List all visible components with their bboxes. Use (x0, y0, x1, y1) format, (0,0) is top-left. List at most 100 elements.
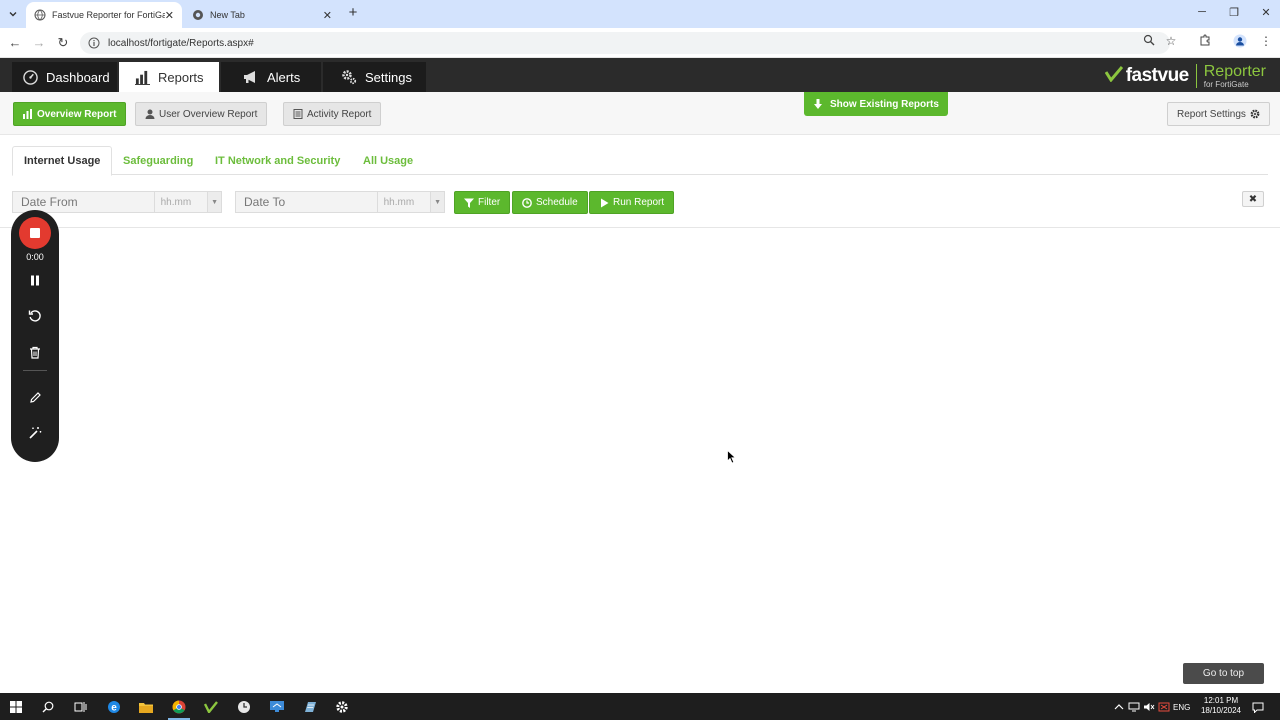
button-label: Run Report (613, 197, 665, 208)
notepad-icon[interactable] (300, 697, 320, 717)
windows-start-icon[interactable] (6, 697, 26, 717)
tab-reports[interactable]: Reports (119, 62, 219, 92)
tab-internet-usage[interactable]: Internet Usage (12, 146, 113, 176)
filter-button[interactable]: Filter (454, 191, 511, 214)
go-to-top-button[interactable]: Go to top (1183, 663, 1264, 684)
windows-taskbar: e ENG 12:01 PM 18/10/2024 (0, 693, 1280, 720)
address-bar[interactable]: localhost/fortigate/Reports.aspx# (80, 32, 1170, 54)
chevron-down-icon[interactable]: ▼ (430, 192, 444, 212)
button-label: Activity Report (307, 108, 372, 120)
screen-recorder-toolbar: 0:00 (11, 210, 59, 462)
zoom-icon[interactable] (1140, 34, 1158, 49)
activity-report-button[interactable]: Activity Report (283, 102, 382, 126)
tab-label: Alerts (267, 69, 301, 85)
report-settings-button[interactable]: Report Settings (1167, 102, 1270, 126)
system-clock[interactable]: 12:01 PM 18/10/2024 (1196, 696, 1246, 716)
edge-icon[interactable]: e (104, 697, 124, 717)
date-from-group: Date From hh.mm ▼ (12, 191, 222, 213)
globe-icon (34, 9, 46, 21)
clock-icon (522, 197, 532, 208)
settings-gear-icon[interactable] (332, 697, 352, 717)
fastvue-taskbar-icon[interactable] (201, 697, 221, 717)
new-tab-plus-icon[interactable]: + (345, 5, 361, 21)
play-icon (599, 198, 609, 208)
button-label: User Overview Report (159, 108, 258, 120)
fastvue-logo[interactable]: fastvue Reporter for FortiGate (1104, 62, 1266, 90)
close-window-icon[interactable]: ✕ (1256, 6, 1276, 19)
tab-alerts[interactable]: Alerts (221, 62, 321, 92)
tab-it-network-security[interactable]: IT Network and Security (204, 146, 351, 175)
tray-chevron-up-icon[interactable] (1113, 701, 1125, 713)
app-header: Dashboard Reports Alerts Settings fastvu… (0, 58, 1280, 92)
time-to-input[interactable]: hh.mm (377, 192, 431, 212)
megaphone-icon (243, 69, 259, 85)
browser-tab-newtab[interactable]: New Tab ✕ (184, 2, 340, 28)
profile-avatar-icon[interactable] (1231, 34, 1249, 51)
stop-recording-button[interactable] (19, 217, 51, 249)
remote-desktop-icon[interactable] (267, 697, 287, 717)
overview-report-button[interactable]: Overview Report (13, 102, 127, 126)
date-to-input[interactable]: Date To (236, 192, 378, 212)
file-explorer-icon[interactable] (136, 697, 156, 717)
button-label: Schedule (536, 197, 578, 208)
reload-icon[interactable]: ↻ (54, 34, 72, 52)
report-category-tabs: Internet Usage Safeguarding IT Network a… (12, 146, 1268, 176)
pause-icon[interactable] (25, 270, 45, 290)
pen-icon[interactable] (25, 387, 45, 407)
button-label: Filter (478, 197, 501, 208)
schedule-button[interactable]: Schedule (512, 191, 588, 214)
back-arrow-icon[interactable]: ← (6, 34, 24, 52)
run-report-button[interactable]: Run Report (589, 191, 675, 214)
chrome-icon (192, 9, 204, 21)
logo-separator (1195, 64, 1197, 88)
forward-arrow-icon[interactable]: → (30, 34, 48, 52)
clock-app-icon[interactable] (234, 697, 254, 717)
funnel-icon (464, 198, 474, 208)
language-indicator[interactable]: ENG (1173, 703, 1190, 712)
notification-center-icon[interactable] (1252, 701, 1264, 713)
date-to-group: Date To hh.mm ▼ (235, 191, 445, 213)
tab-safeguarding[interactable]: Safeguarding (112, 146, 204, 175)
arrow-down-icon (813, 99, 823, 109)
tab-label: Reports (158, 69, 204, 85)
logo-product: Reporter for FortiGate (1203, 62, 1266, 89)
report-type-bar: Overview Report User Overview Report Act… (0, 92, 1280, 135)
close-tab-icon[interactable]: ✕ (165, 9, 174, 22)
show-existing-reports-button[interactable]: Show Existing Reports (804, 92, 948, 116)
tab-label: Safeguarding (123, 154, 194, 167)
tab-dashboard[interactable]: Dashboard (12, 62, 117, 92)
task-view-icon[interactable] (70, 697, 90, 717)
extensions-icon[interactable] (1196, 34, 1214, 49)
tab-settings[interactable]: Settings (323, 62, 426, 92)
network-icon[interactable] (1128, 701, 1140, 713)
trash-icon[interactable] (25, 342, 45, 362)
info-icon[interactable] (88, 37, 100, 49)
tab-search-chevron-icon[interactable] (4, 5, 22, 23)
tab-all-usage[interactable]: All Usage (352, 146, 424, 175)
restore-icon[interactable]: ❐ (1224, 6, 1244, 19)
restart-icon[interactable] (25, 306, 45, 326)
time-from-input[interactable]: hh.mm (154, 192, 208, 212)
logo-product-name: Reporter (1203, 62, 1266, 80)
clock-time: 12:01 PM (1203, 696, 1239, 705)
chevron-down-icon[interactable]: ▼ (207, 192, 221, 212)
browser-menu-icon[interactable]: ⋮ (1257, 34, 1275, 48)
magic-wand-icon[interactable] (25, 423, 45, 443)
bookmark-star-icon[interactable]: ☆ (1162, 34, 1180, 48)
button-label: Show Existing Reports (830, 98, 939, 110)
bar-chart-icon (23, 109, 33, 119)
security-alert-icon[interactable] (1158, 701, 1170, 713)
date-from-input[interactable]: Date From (13, 192, 155, 212)
browser-tab-fastvue[interactable]: Fastvue Reporter for FortiGate ✕ (26, 2, 182, 28)
volume-muted-icon[interactable] (1143, 701, 1155, 713)
logo-product-sub: for FortiGate (1203, 79, 1249, 89)
close-filter-icon[interactable]: ✖ (1242, 191, 1264, 207)
close-tab-icon[interactable]: ✕ (323, 9, 332, 22)
tab-label: Settings (365, 69, 412, 85)
minimize-icon[interactable]: ─ (1192, 6, 1212, 18)
chrome-icon[interactable] (169, 697, 189, 717)
search-icon[interactable] (38, 697, 58, 717)
user-overview-report-button[interactable]: User Overview Report (135, 102, 268, 126)
tab-label: Dashboard (46, 69, 110, 85)
bar-chart-icon (134, 69, 150, 85)
